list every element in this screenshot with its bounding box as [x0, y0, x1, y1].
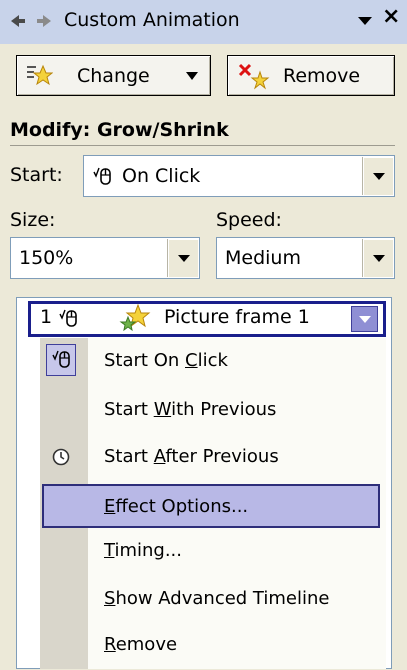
- pane-menu-icon[interactable]: [356, 12, 374, 30]
- menu-item-start-on-click[interactable]: Start On Click: [40, 339, 386, 385]
- close-icon[interactable]: ×: [382, 6, 400, 28]
- menu-item-text: Remove: [104, 634, 178, 655]
- menu-item-start-after-previous[interactable]: Start After Previous: [40, 434, 386, 480]
- change-button[interactable]: Change: [16, 55, 211, 96]
- menu-item-text: Start With Previous: [104, 399, 277, 420]
- start-value: On Click: [122, 165, 201, 187]
- speed-value: Medium: [225, 247, 301, 269]
- menu-item-label: Remove: [104, 634, 177, 655]
- size-combobox[interactable]: 150%: [10, 237, 200, 279]
- size-label: Size:: [10, 209, 56, 231]
- menu-item-text: Timing...: [104, 540, 182, 561]
- speed-combobox[interactable]: Medium: [216, 237, 395, 279]
- emphasis-effect-icon: [119, 303, 151, 332]
- menu-item-show-advanced-timeline[interactable]: Show Advanced Timeline: [40, 578, 386, 624]
- add-effect-star-icon: [27, 64, 53, 86]
- menu-item-label: Show Advanced Timeline: [104, 588, 329, 609]
- menu-item-start-with-previous[interactable]: Start With Previous: [40, 386, 386, 432]
- menu-item-text: Show Advanced Timeline: [104, 588, 330, 609]
- menu-item-label: Start With Previous: [104, 399, 276, 420]
- remove-button-label: Remove: [283, 65, 361, 87]
- chevron-down-icon: [186, 72, 198, 80]
- size-dropdown-button[interactable]: [167, 239, 198, 277]
- menu-item-label: Effect Options...: [104, 496, 248, 517]
- start-combobox[interactable]: On Click: [83, 155, 395, 197]
- menu-item-text: Effect Options...: [104, 496, 249, 517]
- mouse-click-icon: [93, 167, 111, 185]
- animation-item-label: Picture frame 1: [164, 306, 310, 328]
- list-item-dropdown-button[interactable]: [351, 306, 378, 332]
- remove-button[interactable]: Remove: [227, 55, 395, 96]
- speed-label: Speed:: [216, 209, 282, 231]
- pane-title: Custom Animation: [64, 9, 240, 31]
- menu-item-label: Timing...: [104, 540, 182, 561]
- menu-item-effect-options[interactable]: Effect Options...: [42, 484, 380, 528]
- forward-arrow-icon[interactable]: [36, 13, 52, 29]
- menu-item-label: Start After Previous: [104, 446, 279, 467]
- menu-item-text: Start On Click: [104, 350, 228, 371]
- menu-item-remove[interactable]: Remove: [40, 624, 386, 670]
- size-value: 150%: [19, 247, 74, 269]
- mouse-click-icon: [59, 309, 77, 327]
- speed-dropdown-button[interactable]: [362, 239, 393, 277]
- modify-heading: Modify: Grow/Shrink: [10, 119, 229, 141]
- change-button-label: Change: [77, 65, 150, 87]
- animation-order-number: 1: [40, 306, 53, 328]
- menu-item-text: Start After Previous: [104, 446, 279, 467]
- start-dropdown-button[interactable]: [362, 157, 393, 195]
- menu-item-label: Start On Click: [104, 350, 228, 371]
- remove-effect-icon: [238, 63, 270, 90]
- back-arrow-icon[interactable]: [10, 13, 26, 29]
- menu-item-timing[interactable]: Timing...: [40, 530, 386, 576]
- start-label: Start:: [10, 164, 63, 186]
- heading-divider: [10, 145, 395, 146]
